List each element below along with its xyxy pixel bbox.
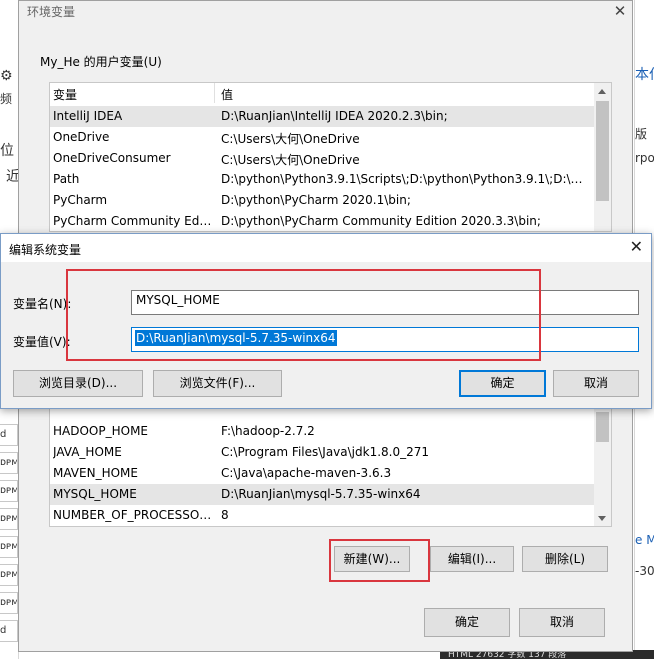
row-name: Path — [53, 172, 80, 186]
highlight-box — [66, 269, 541, 361]
background-cell: ᴅᴘᴍ — [0, 480, 18, 502]
row-name: NUMBER_OF_PROCESSORS — [53, 508, 213, 522]
scrollbar-thumb[interactable] — [596, 101, 609, 201]
row-name: MAVEN_HOME — [53, 466, 138, 480]
row-name: HADOOP_HOME — [53, 424, 149, 438]
table-row[interactable]: PyCharm Community Editi... D:\python\PyC… — [50, 211, 595, 231]
table-row[interactable]: JAVA_HOME C:\Program Files\Java\jdk1.8.0… — [50, 442, 595, 463]
background-cell: d — [0, 424, 18, 446]
window-title: 环境变量 — [27, 5, 76, 19]
row-value: F:\hadoop-2.7.2 — [221, 424, 315, 438]
background-text: rpo — [635, 151, 654, 165]
table-row[interactable]: OneDrive C:\Users\大何\OneDrive — [50, 127, 595, 148]
user-variables-label: My_He 的用户变量(U) — [40, 55, 162, 69]
row-name: IntelliJ IDEA — [53, 109, 123, 123]
row-name: OneDriveConsumer — [53, 151, 171, 165]
delete-button[interactable]: 删除(L) — [522, 546, 608, 572]
background-cell: ᴅᴘᴍ — [0, 452, 18, 474]
background-cell: d — [0, 620, 18, 642]
ok-button[interactable]: 确定 — [424, 608, 510, 637]
row-value: C:\Java\apache-maven-3.6.3 — [221, 466, 392, 480]
table-row[interactable]: Path D:\python\Python3.9.1\Scripts\;D:\p… — [50, 169, 595, 190]
close-icon[interactable]: ✕ — [610, 1, 630, 21]
column-header-value[interactable]: 值 — [221, 86, 233, 103]
cancel-button[interactable]: 取消 — [519, 608, 605, 637]
row-value: D:\RuanJian\mysql-5.7.35-winx64 — [221, 487, 421, 501]
table-row[interactable]: MAVEN_HOME C:\Java\apache-maven-3.6.3 — [50, 463, 595, 484]
variable-value-label: 变量值(V): — [13, 335, 71, 349]
edit-system-variable-dialog: 编辑系统变量 ✕ 变量名(N): 变量值(V): D:\RuanJian\mys… — [0, 233, 652, 409]
user-variables-list[interactable]: 变量 值 IntelliJ IDEA D:\RuanJian\IntelliJ … — [49, 82, 612, 232]
table-row[interactable]: NUMBER_OF_PROCESSORS 8 — [50, 505, 595, 526]
scrollbar-thumb[interactable] — [596, 412, 609, 442]
dialog-titlebar[interactable]: 编辑系统变量 ✕ — [1, 234, 651, 262]
row-name: OneDrive — [53, 130, 110, 144]
row-name: MYSQL_HOME — [53, 487, 137, 501]
background-cell: ᴅᴘᴍ — [0, 508, 18, 530]
table-row[interactable]: OneDriveConsumer C:\Users\大何\OneDrive — [50, 148, 595, 169]
dialog-cancel-button[interactable]: 取消 — [553, 370, 639, 397]
table-row[interactable]: IntelliJ IDEA D:\RuanJian\IntelliJ IDEA … — [50, 106, 595, 127]
row-name: PyCharm Community Editi... — [53, 214, 213, 228]
scroll-up-icon[interactable] — [598, 89, 606, 94]
browse-directory-button[interactable]: 浏览目录(D)... — [13, 370, 143, 397]
background-text: 频 — [0, 92, 13, 106]
background-cell: ᴅᴘᴍ — [0, 536, 18, 558]
background-cell: ᴅᴘᴍ — [0, 592, 18, 614]
system-list-scrollbar[interactable] — [594, 406, 611, 526]
dialog-title: 编辑系统变量 — [9, 243, 82, 257]
row-value: D:\python\PyCharm Community Edition 2020… — [221, 214, 541, 228]
table-row[interactable]: HADOOP_HOME F:\hadoop-2.7.2 — [50, 421, 595, 442]
highlight-box — [329, 539, 430, 582]
row-name: JAVA_HOME — [53, 445, 122, 459]
row-value: D:\python\Python3.9.1\Scripts\;D:\python… — [221, 172, 586, 186]
row-value: C:\Users\大何\OneDrive — [221, 153, 360, 167]
background-text: 本仆 — [635, 67, 654, 83]
background-text: 版 — [635, 127, 648, 141]
scroll-down-icon[interactable] — [598, 516, 606, 521]
user-list-scrollbar[interactable] — [594, 83, 611, 231]
background-text: e M — [635, 533, 654, 547]
background-cell: ᴅᴘᴍ — [0, 564, 18, 586]
table-row[interactable]: MYSQL_HOME D:\RuanJian\mysql-5.7.35-winx… — [50, 484, 595, 505]
column-divider[interactable] — [214, 83, 215, 103]
dialog-ok-button[interactable]: 确定 — [459, 370, 546, 397]
background-text: 位 — [0, 143, 14, 159]
list-header: 变量 值 — [50, 83, 611, 103]
row-value: C:\Users\大何\OneDrive — [221, 132, 360, 146]
variable-name-label: 变量名(N): — [13, 297, 72, 311]
browse-file-button[interactable]: 浏览文件(F)... — [153, 370, 282, 397]
background-settings-icon: ⚙ — [0, 68, 13, 84]
row-value: 8 — [221, 508, 229, 522]
row-value: C:\Program Files\Java\jdk1.8.0_271 — [221, 445, 430, 459]
close-icon[interactable]: ✕ — [630, 237, 643, 256]
row-value: D:\python\PyCharm 2020.1\bin; — [221, 193, 411, 207]
system-variables-list[interactable]: HADOOP_HOME F:\hadoop-2.7.2 JAVA_HOME C:… — [49, 405, 612, 527]
table-row[interactable]: PyCharm D:\python\PyCharm 2020.1\bin; — [50, 190, 595, 211]
row-name: PyCharm — [53, 193, 108, 207]
column-header-name[interactable]: 变量 — [53, 86, 77, 103]
background-text: -30 — [635, 564, 654, 578]
edit-button[interactable]: 编辑(I)... — [430, 546, 514, 572]
row-value: D:\RuanJian\IntelliJ IDEA 2020.2.3\bin; — [221, 109, 448, 123]
